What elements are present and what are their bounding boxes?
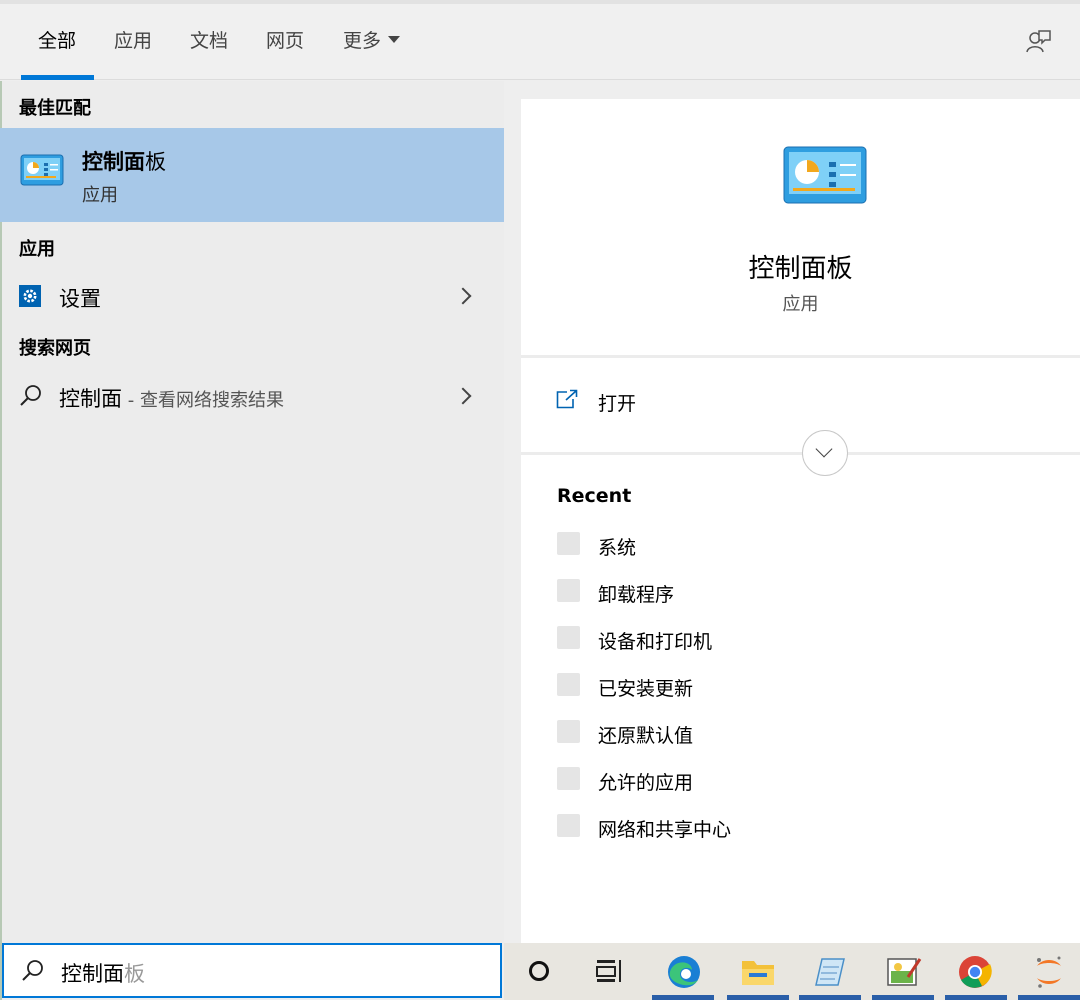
recent-item-icon xyxy=(557,720,580,743)
gear-icon xyxy=(19,285,41,307)
taskbar xyxy=(504,943,1080,1000)
active-tab-indicator xyxy=(21,75,94,80)
recent-item-label: 还原默认值 xyxy=(598,725,694,747)
edge-icon[interactable] xyxy=(666,954,702,990)
expand-button[interactable] xyxy=(802,430,848,476)
divider xyxy=(521,452,1080,455)
running-indicator xyxy=(945,995,1007,1000)
running-indicator xyxy=(1018,995,1080,1000)
tab-more[interactable]: 更多 xyxy=(343,30,401,52)
preview-subtitle: 应用 xyxy=(782,294,819,315)
top-edge xyxy=(0,0,1080,4)
recent-item-label: 网络和共享中心 xyxy=(598,819,732,841)
section-apps: 应用 xyxy=(19,239,55,260)
feedback-icon[interactable] xyxy=(1024,28,1052,56)
app-result-label: 设置 xyxy=(59,287,101,311)
running-indicator xyxy=(872,995,934,1000)
section-best-match: 最佳匹配 xyxy=(19,98,91,119)
web-result-text: 控制面 - 查看网络搜索结果 xyxy=(59,383,284,413)
tab-documents[interactable]: 文档 xyxy=(190,30,228,52)
recent-item-label: 卸载程序 xyxy=(598,584,675,606)
caret-down-icon xyxy=(388,36,401,43)
control-panel-icon xyxy=(20,154,64,186)
cortana-icon[interactable] xyxy=(527,959,551,983)
recent-item-icon xyxy=(557,814,580,837)
recent-item-label: 设备和打印机 xyxy=(598,631,713,653)
recent-item-icon xyxy=(557,532,580,555)
recent-item-label: 系统 xyxy=(598,537,637,559)
open-label: 打开 xyxy=(598,393,637,415)
search-filter-bar xyxy=(0,0,1080,80)
recent-item-icon xyxy=(557,673,580,696)
recent-item-label: 允许的应用 xyxy=(598,772,694,794)
divider xyxy=(521,355,1080,358)
control-panel-large-icon xyxy=(783,146,867,206)
running-indicator xyxy=(799,995,861,1000)
web-result-suffix: - 查看网络搜索结果 xyxy=(122,390,284,411)
chrome-icon[interactable] xyxy=(957,954,993,990)
best-match-item[interactable] xyxy=(0,128,504,222)
jupyter-icon[interactable] xyxy=(1034,954,1064,990)
open-icon xyxy=(556,389,578,409)
recent-item-icon xyxy=(557,626,580,649)
file-explorer-icon[interactable] xyxy=(741,957,775,987)
tab-all[interactable]: 全部 xyxy=(38,30,76,52)
search-box[interactable]: 控制面板 xyxy=(2,943,502,998)
preview-title: 控制面板 xyxy=(748,254,853,284)
best-match-title-bold: 控制面 xyxy=(82,150,145,174)
search-input[interactable]: 控制面板 xyxy=(61,958,145,988)
best-match-title-rest: 板 xyxy=(145,150,166,174)
search-autocomplete: 板 xyxy=(124,962,145,986)
recent-item-label: 已安装更新 xyxy=(598,678,694,700)
best-match-subtitle: 应用 xyxy=(82,185,118,206)
web-result-query: 控制面 xyxy=(59,387,122,411)
running-indicator xyxy=(652,995,714,1000)
recent-heading: Recent xyxy=(557,485,632,507)
recent-item-icon xyxy=(557,579,580,602)
tab-more-label: 更多 xyxy=(343,30,382,52)
task-view-icon[interactable] xyxy=(595,958,623,984)
tab-web[interactable]: 网页 xyxy=(266,30,304,52)
search-icon xyxy=(21,959,45,983)
running-indicator xyxy=(727,995,789,1000)
notepad-icon[interactable] xyxy=(812,955,848,989)
paint-icon[interactable] xyxy=(886,955,922,989)
chevron-down-icon xyxy=(815,440,833,458)
best-match-title: 控制面板 xyxy=(82,146,166,176)
recent-item-icon xyxy=(557,767,580,790)
search-typed-text: 控制面 xyxy=(61,962,124,986)
search-icon xyxy=(19,384,43,408)
tab-apps[interactable]: 应用 xyxy=(114,30,152,52)
section-web-search: 搜索网页 xyxy=(19,338,91,359)
